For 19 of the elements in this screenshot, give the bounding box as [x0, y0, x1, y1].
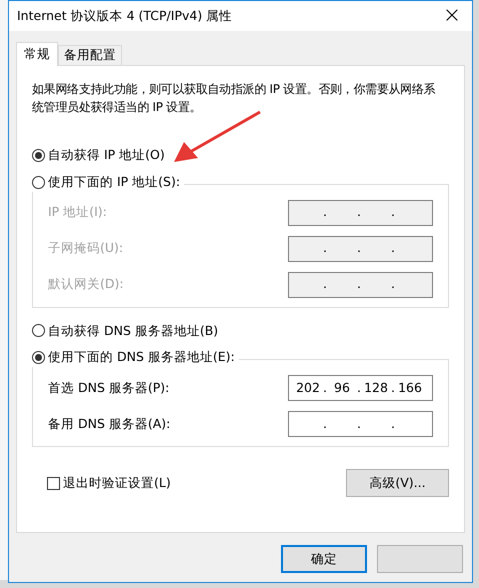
window-title: Internet 协议版本 4 (TCP/IPv4) 属性 [17, 6, 232, 25]
ok-button[interactable]: 确定 [281, 545, 367, 573]
description-text: 如果网络支持此功能，则可以获取自动指派的 IP 设置。否则，你需要从网络系统管理员处获得适当的 IP 设置。 [32, 81, 436, 116]
ip-address-field[interactable]: . . . [288, 411, 433, 437]
field-label: 首选 DNS 服务器(P): [48, 378, 170, 397]
field-label: 子网掩码(U): [48, 239, 124, 258]
radio-button[interactable] [32, 324, 45, 338]
field-label: IP 地址(I): [48, 203, 107, 222]
advanced-button[interactable]: 高级(V)... [346, 469, 449, 497]
validate-checkbox[interactable]: 退出时验证设置(L) [47, 474, 171, 492]
ip-address-field[interactable]: 202 . 96 . 128 . 166 [288, 375, 433, 401]
tab[interactable]: 常规 [16, 42, 58, 66]
tab[interactable]: 备用配置 [58, 45, 122, 65]
checkbox[interactable] [47, 476, 60, 490]
field-label: 默认网关(D): [48, 275, 124, 294]
close-button[interactable]: × [432, 1, 472, 31]
radio-button[interactable] [32, 351, 45, 364]
radio-option[interactable]: 使用下面的 DNS 服务器地址(E): [32, 348, 239, 367]
field-label: 备用 DNS 服务器(A): [48, 414, 170, 433]
